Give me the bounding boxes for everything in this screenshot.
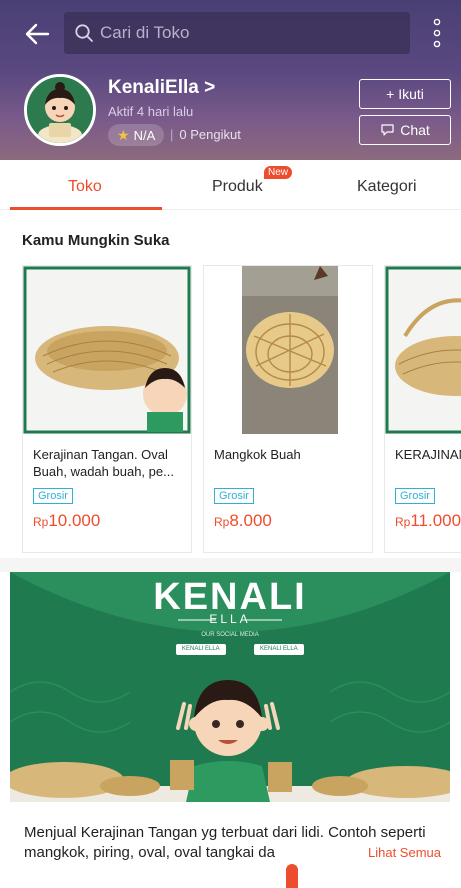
follower-count: | 0 Pengikut	[170, 127, 241, 142]
follow-button[interactable]: + Ikuti	[359, 79, 451, 109]
product-price: Rp11.000	[395, 511, 461, 531]
rating-pill: ★ N/A	[108, 124, 165, 146]
product-card[interactable]: Mangkok Buah Grosir Rp8.000	[203, 265, 373, 553]
shop-page: Cari di Toko KenaliElla > Aktif 4 hari l…	[0, 0, 461, 888]
tab-kategori[interactable]: Kategori	[357, 178, 417, 196]
shop-tabs: Toko Produk New Kategori	[0, 160, 461, 210]
product-price: Rp10.000	[33, 511, 100, 531]
rating-value: N/A	[133, 127, 156, 143]
price-value: 8.000	[229, 511, 272, 530]
chat-bubble-icon	[381, 124, 394, 136]
back-arrow-icon[interactable]	[22, 18, 54, 50]
tab-produk[interactable]: Produk	[212, 178, 263, 196]
banner-social-tag: KENALI ELLA	[254, 644, 304, 655]
product-image	[204, 266, 372, 434]
product-image	[385, 266, 461, 434]
tab-toko[interactable]: Toko	[68, 178, 102, 196]
banner-social-caption: OUR SOCIAL MEDIA	[201, 632, 259, 638]
follower-label: 0 Pengikut	[179, 127, 241, 142]
shop-header: Cari di Toko KenaliElla > Aktif 4 hari l…	[0, 0, 461, 160]
recommendations-title: Kamu Mungkin Suka	[22, 232, 170, 249]
product-carousel[interactable]: Kerajinan Tangan. Oval Buah, wadah buah,…	[0, 265, 461, 555]
product-price: Rp8.000	[214, 511, 272, 531]
shop-search-input[interactable]: Cari di Toko	[64, 12, 410, 54]
wholesale-badge: Grosir	[214, 488, 254, 504]
wholesale-badge: Grosir	[33, 488, 73, 504]
shop-name[interactable]: KenaliElla >	[108, 77, 215, 99]
currency: Rp	[214, 515, 230, 529]
banner-subtitle: ELLA	[209, 612, 251, 626]
shop-banner[interactable]: KENALI ELLA OUR SOCIAL MEDIA KENALI ELLA…	[10, 572, 450, 802]
banner-social-tag: KENALI ELLA	[176, 644, 226, 655]
product-name: KERAJINAN OVAL TANG	[395, 447, 461, 462]
chat-button[interactable]: Chat	[359, 115, 451, 145]
currency: Rp	[33, 515, 49, 529]
wholesale-badge: Grosir	[395, 488, 435, 504]
see-all-link[interactable]: Lihat Semua	[364, 845, 441, 860]
chat-label: Chat	[400, 122, 430, 138]
product-name: Mangkok Buah	[214, 447, 301, 462]
star-icon: ★	[117, 126, 130, 143]
product-card[interactable]: Kerajinan Tangan. Oval Buah, wadah buah,…	[22, 265, 192, 553]
currency: Rp	[395, 515, 411, 529]
price-value: 11.000	[410, 511, 461, 530]
scroll-indicator	[286, 864, 298, 888]
product-image	[23, 266, 191, 434]
new-badge: New	[264, 166, 293, 179]
shop-avatar[interactable]	[24, 74, 96, 146]
search-icon	[75, 24, 93, 42]
more-icon[interactable]	[428, 14, 446, 52]
price-value: 10.000	[48, 511, 101, 530]
product-name: Kerajinan Tangan. Oval Buah, wadah buah,…	[33, 447, 174, 479]
product-card[interactable]: KERAJINAN OVAL TANG Grosir Rp11.000	[384, 265, 461, 553]
search-placeholder: Cari di Toko	[100, 23, 190, 42]
section-divider	[0, 558, 461, 572]
active-status: Aktif 4 hari lalu	[108, 104, 194, 119]
active-tab-indicator	[10, 207, 162, 210]
